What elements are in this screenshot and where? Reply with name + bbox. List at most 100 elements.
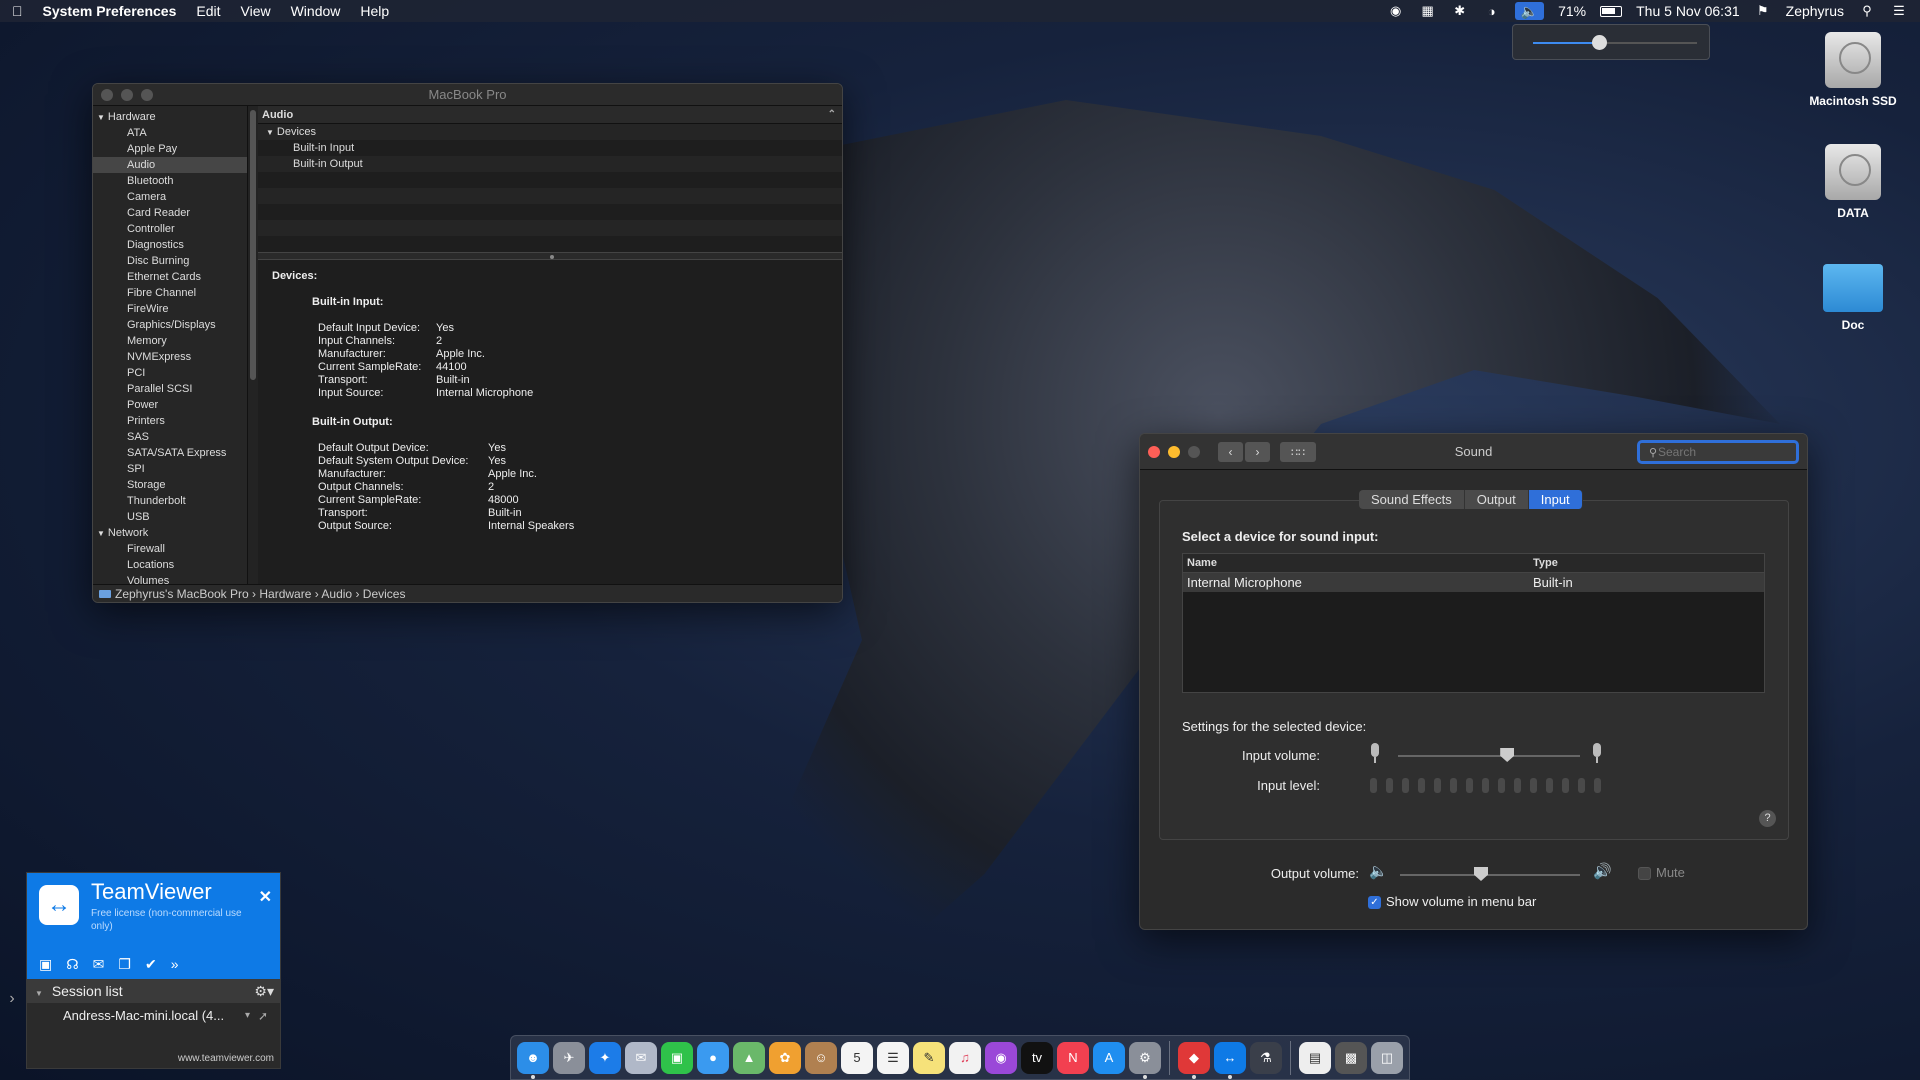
sidebar-item-power[interactable]: Power [93, 397, 247, 413]
desktop-icon-data[interactable]: DATA [1798, 144, 1908, 220]
files-icon[interactable]: ❐ [118, 956, 131, 973]
column-header-type[interactable]: Type [1533, 554, 1558, 572]
sidebar-item-apple-pay[interactable]: Apple Pay [93, 141, 247, 157]
dock-system-preferences-icon[interactable]: ⚙ [1129, 1041, 1161, 1079]
dock-document-icon[interactable]: ▤ [1299, 1041, 1331, 1074]
menu-view[interactable]: View [241, 3, 271, 19]
window-titlebar[interactable]: ‹ › ∷∷ Sound ⚲ [1140, 434, 1807, 470]
minimize-button[interactable] [121, 89, 133, 101]
show-all-grid-button[interactable]: ∷∷ [1280, 442, 1316, 462]
list-row-built-in-output[interactable]: Built-in Output [258, 156, 842, 172]
sidebar-item-ata[interactable]: ATA [93, 125, 247, 141]
list-row-devices[interactable]: Devices [258, 124, 842, 140]
desktop-icon-doc[interactable]: Doc [1798, 264, 1908, 332]
pointer-icon[interactable]: ➚ [258, 1003, 268, 1029]
sidebar-item-camera[interactable]: Camera [93, 189, 247, 205]
input-volume-thumb[interactable] [1500, 748, 1515, 762]
battery-icon[interactable] [1600, 5, 1623, 17]
chevron-down-icon[interactable]: ▾ [245, 1003, 250, 1029]
sidebar-item-controller[interactable]: Controller [93, 221, 247, 237]
volume-menu-icon[interactable]: 🔈 [1514, 2, 1545, 20]
teamviewer-url[interactable]: www.teamviewer.com [178, 1053, 274, 1064]
dock-messages-icon[interactable]: ● [697, 1041, 729, 1074]
minimize-button[interactable] [1168, 446, 1180, 458]
dock-contacts-icon[interactable]: ☺ [805, 1041, 837, 1074]
path-item[interactable]: Audio [321, 587, 352, 601]
dock-calendar-icon[interactable]: 5 [841, 1041, 873, 1074]
clock[interactable]: Thu 5 Nov 06:31 [1636, 3, 1740, 19]
dock-trash-icon[interactable]: ◫ [1371, 1041, 1403, 1074]
menu-edit[interactable]: Edit [196, 3, 220, 19]
apple-menu-icon[interactable]:  [12, 3, 23, 19]
dock-facetime-icon[interactable]: ▣ [661, 1041, 693, 1074]
help-button[interactable]: ? [1759, 810, 1776, 827]
dock-tv-icon[interactable]: tv [1021, 1041, 1053, 1074]
dock-anydesk-icon[interactable]: ◆ [1178, 1041, 1210, 1079]
session-host-row[interactable]: Andress-Mac-mini.local (4... ▾ ➚ [27, 1003, 280, 1029]
notification-center-icon[interactable]: ☰ [1890, 3, 1908, 18]
dock-podcasts-icon[interactable]: ◉ [985, 1041, 1017, 1074]
path-item[interactable]: Hardware [259, 587, 311, 601]
spotlight-search-icon[interactable]: ⚲ [1858, 3, 1876, 18]
sidebar-item-nvmexpress[interactable]: NVMExpress [93, 349, 247, 365]
path-item[interactable]: Zephyrus's MacBook Pro [115, 587, 249, 601]
sidebar-item-printers[interactable]: Printers [93, 413, 247, 429]
sidebar-category-network[interactable]: Network [93, 525, 247, 541]
output-volume-track[interactable] [1400, 874, 1580, 876]
flag-icon[interactable]: ⚑ [1754, 3, 1772, 18]
tab-output[interactable]: Output [1464, 490, 1529, 509]
activity-monitor-icon[interactable]: ▦ [1419, 3, 1437, 18]
sidebar-item-locations[interactable]: Locations [93, 557, 247, 573]
sidebar-item-spi[interactable]: SPI [93, 461, 247, 477]
list-row-built-in-input[interactable]: Built-in Input [258, 140, 842, 156]
app-menu[interactable]: System Preferences [43, 3, 177, 19]
sidebar-item-usb[interactable]: USB [93, 509, 247, 525]
close-icon[interactable]: ✕ [259, 887, 272, 907]
user-menu[interactable]: Zephyrus [1786, 3, 1844, 19]
menu-window[interactable]: Window [291, 3, 341, 19]
sidebar-item-firewire[interactable]: FireWire [93, 301, 247, 317]
input-volume-track[interactable] [1398, 755, 1580, 757]
zoom-button[interactable] [1188, 446, 1200, 458]
output-volume-thumb[interactable] [1474, 867, 1488, 881]
dock-notes-icon[interactable]: ✎ [913, 1041, 945, 1074]
video-icon[interactable]: ▣ [39, 956, 52, 973]
dock-news-icon[interactable]: N [1057, 1041, 1089, 1074]
scrollbar-thumb[interactable] [250, 110, 256, 380]
path-item[interactable]: Devices [363, 587, 406, 601]
chat-icon[interactable]: ✉ [93, 956, 105, 973]
dock-music-icon[interactable]: ♫ [949, 1041, 981, 1074]
close-button[interactable] [1148, 446, 1160, 458]
sidebar-item-card-reader[interactable]: Card Reader [93, 205, 247, 221]
sidebar-item-fibre-channel[interactable]: Fibre Channel [93, 285, 247, 301]
forward-button[interactable]: › [1245, 442, 1270, 462]
zoom-button[interactable] [141, 89, 153, 101]
more-icon[interactable]: » [171, 956, 179, 973]
list-header[interactable]: Audio [258, 106, 842, 124]
sidebar-item-firewall[interactable]: Firewall [93, 541, 247, 557]
sidebar-item-pci[interactable]: PCI [93, 365, 247, 381]
dock-downloads-icon[interactable]: ▩ [1335, 1041, 1367, 1074]
sidebar-item-diagnostics[interactable]: Diagnostics [93, 237, 247, 253]
table-row[interactable]: Internal Microphone Built-in [1183, 573, 1764, 592]
sidebar-item-graphics-displays[interactable]: Graphics/Displays [93, 317, 247, 333]
split-divider[interactable] [258, 252, 842, 260]
session-list-header[interactable]: Session list ⚙▾ [27, 979, 280, 1003]
search-input[interactable] [1637, 440, 1799, 464]
dock-reminders-icon[interactable]: ☰ [877, 1041, 909, 1074]
sidebar-item-storage[interactable]: Storage [93, 477, 247, 493]
headset-icon[interactable]: ☊ [66, 956, 78, 973]
dock-finder-icon[interactable]: ☻ [517, 1041, 549, 1079]
sidebar-item-ethernet-cards[interactable]: Ethernet Cards [93, 269, 247, 285]
sidebar-item-memory[interactable]: Memory [93, 333, 247, 349]
desktop-icon-macintosh-ssd[interactable]: Macintosh SSD [1798, 32, 1908, 108]
sidebar-item-parallel-scsi[interactable]: Parallel SCSI [93, 381, 247, 397]
gear-icon[interactable]: ⚙▾ [254, 979, 274, 1003]
dock-launchpad-icon[interactable]: ✈ [553, 1041, 585, 1074]
tab-input[interactable]: Input [1528, 490, 1583, 509]
tab-sound-effects[interactable]: Sound Effects [1359, 490, 1465, 509]
bluetooth-icon[interactable]: ✱ [1451, 3, 1469, 18]
dock-utility-icon[interactable]: ⚗ [1250, 1041, 1282, 1074]
dock-mail-icon[interactable]: ✉ [625, 1041, 657, 1074]
wifi-icon[interactable]: ◑ [1483, 4, 1501, 19]
